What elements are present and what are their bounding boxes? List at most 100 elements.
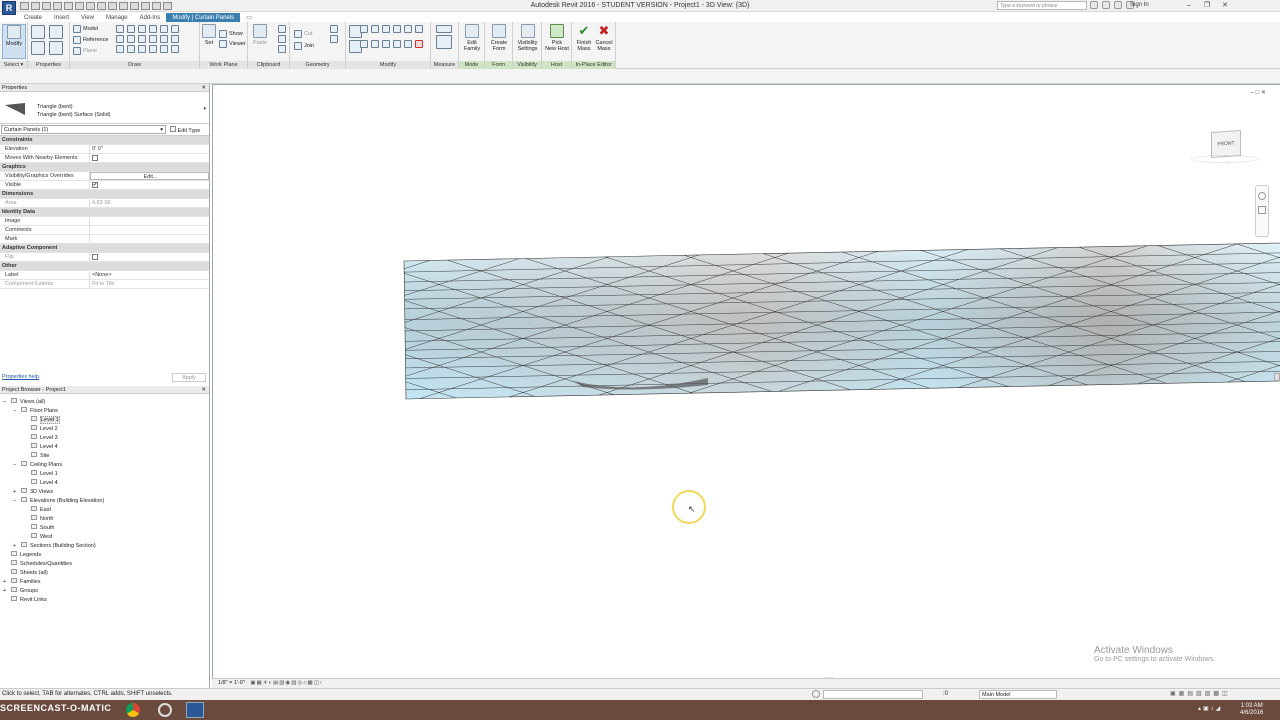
open-icon[interactable] [20,2,29,10]
revit-taskbar-icon[interactable] [186,702,204,718]
ellipse-icon[interactable] [171,25,179,33]
properties-icon[interactable] [31,41,45,55]
delete-icon[interactable] [415,40,423,48]
browser-item[interactable]: − Ceiling Plans [0,461,209,470]
browser-item[interactable]: +3D Views [0,488,209,497]
property-value[interactable]: Fit to Tile [90,280,209,288]
scale-icon[interactable] [393,40,401,48]
property-value[interactable] [90,217,209,225]
tab-manage[interactable]: Manage [100,13,134,22]
navigation-bar[interactable] [1255,185,1269,237]
tab-add-ins[interactable]: Add-Ins [134,13,167,22]
draw-on-face-icon[interactable] [160,45,168,53]
switch-windows-icon[interactable] [152,2,161,10]
application-menu-button[interactable]: R [2,1,16,15]
design-option-dropdown[interactable]: Main Model [979,690,1057,699]
property-value[interactable]: <None> [90,271,209,279]
join-geometry-button[interactable]: Join [294,42,314,50]
paste-button[interactable]: Paste [251,24,269,46]
browser-item[interactable]: East [0,506,209,515]
text-icon[interactable] [97,2,106,10]
viewcube-compass[interactable] [1191,155,1259,163]
curtain-panel-surface[interactable] [213,85,1280,681]
selection-filter-icons[interactable]: ▣▦▤▧▨▩◫ [1170,689,1231,700]
settings-icon[interactable] [158,703,172,717]
browser-item[interactable]: Level 4 [0,479,209,488]
workset-dropdown[interactable] [823,690,923,699]
browser-item[interactable]: Level 2 [0,425,209,434]
point-element-icon[interactable] [116,45,124,53]
polygon-icon[interactable] [138,25,146,33]
through-points-icon[interactable] [149,45,157,53]
center-arc-icon[interactable] [127,35,135,43]
zoom-icon[interactable] [1258,206,1266,214]
inscribed-polygon-icon[interactable] [149,25,157,33]
browser-item[interactable]: West [0,533,209,542]
property-group-header[interactable]: Identity Data [0,208,209,217]
property-group-header[interactable]: Adaptive Component [0,244,209,253]
communication-icon[interactable] [1114,1,1122,9]
array-icon[interactable] [382,40,390,48]
property-group-header[interactable]: Dimensions [0,190,209,199]
close-icon[interactable]: ✕ [201,386,206,394]
browser-item[interactable]: Level 4 [0,443,209,452]
pick-new-host-button[interactable]: Pick New Host [543,24,571,52]
apply-button[interactable]: Apply [172,373,206,382]
cut-geometry-button[interactable]: Cut [294,30,314,38]
undo-icon[interactable] [42,2,51,10]
steering-wheel-icon[interactable] [1258,192,1266,200]
expand-toggle-icon[interactable]: − [13,497,21,506]
family-category-icon[interactable] [49,41,63,55]
expand-toggle-icon[interactable]: + [3,578,11,587]
measure-icon-ribbon[interactable] [436,25,452,33]
type-selector[interactable]: Triangle (bent) Triangle (bent) Surface … [0,92,209,124]
viewer-button[interactable]: Viewer [219,40,246,48]
type-properties-icon[interactable] [31,25,45,39]
default-3d-view-icon[interactable] [108,2,117,10]
browser-item[interactable]: − Floor Plans [0,407,209,416]
mirror-line-icon[interactable] [382,25,390,33]
properties-help-link[interactable]: Properties help [2,374,39,380]
browser-item[interactable]: Level 1 [0,470,209,479]
section-icon[interactable] [119,2,128,10]
chrome-icon[interactable] [126,703,140,717]
view-window-controls[interactable]: – □ ✕ [1251,89,1266,96]
dimension-icon[interactable] [86,2,95,10]
start-end-arc-icon[interactable] [116,35,124,43]
cancel-mass-button[interactable]: ✖ Cancel Mass [594,24,614,52]
fillet-arc-icon[interactable] [149,35,157,43]
show-button[interactable]: Show [219,30,246,38]
copy-element-icon[interactable] [360,40,368,48]
line-icon[interactable] [116,25,124,33]
checkbox-checked-icon[interactable]: ✔ [92,182,98,188]
checkbox-icon[interactable] [92,254,98,260]
property-value[interactable]: Edit... [90,172,209,180]
qat-dropdown-icon[interactable] [163,2,172,10]
property-checkbox[interactable]: ✔ [90,181,209,189]
close-icon[interactable]: ✕ [1216,0,1234,11]
modify-button[interactable]: Modify [2,24,26,59]
browser-item[interactable]: North [0,515,209,524]
expand-toggle-icon[interactable]: − [13,407,21,416]
print-icon[interactable] [64,2,73,10]
property-group-header[interactable]: Constraints [0,136,209,145]
instance-filter-dropdown[interactable]: Curtain Panels (1) ▾ [1,125,166,134]
search-input[interactable]: Type a keyword or phrase [997,1,1087,10]
offset-icon[interactable] [360,25,368,33]
browser-item[interactable]: Site [0,452,209,461]
browser-item[interactable]: South [0,524,209,533]
sign-in-link[interactable]: Sign In [1130,2,1149,8]
set-button[interactable]: Set [201,24,217,46]
property-value[interactable]: 0' 0" [90,145,209,153]
expand-toggle-icon[interactable]: − [13,461,21,470]
close-hidden-windows-icon[interactable] [141,2,150,10]
browser-item[interactable]: Level 1 [0,416,209,425]
browser-item[interactable]: − Views (all) [0,398,209,407]
browser-item[interactable]: Sheets (all) [0,569,209,578]
subscription-icon[interactable] [1102,1,1110,9]
browser-item[interactable]: Level 3 [0,434,209,443]
tab-view[interactable]: View [75,13,100,22]
family-types-icon[interactable] [49,25,63,39]
plane-button[interactable]: Plane [73,47,108,55]
panel-label-select[interactable]: Select ▾ [0,61,27,69]
